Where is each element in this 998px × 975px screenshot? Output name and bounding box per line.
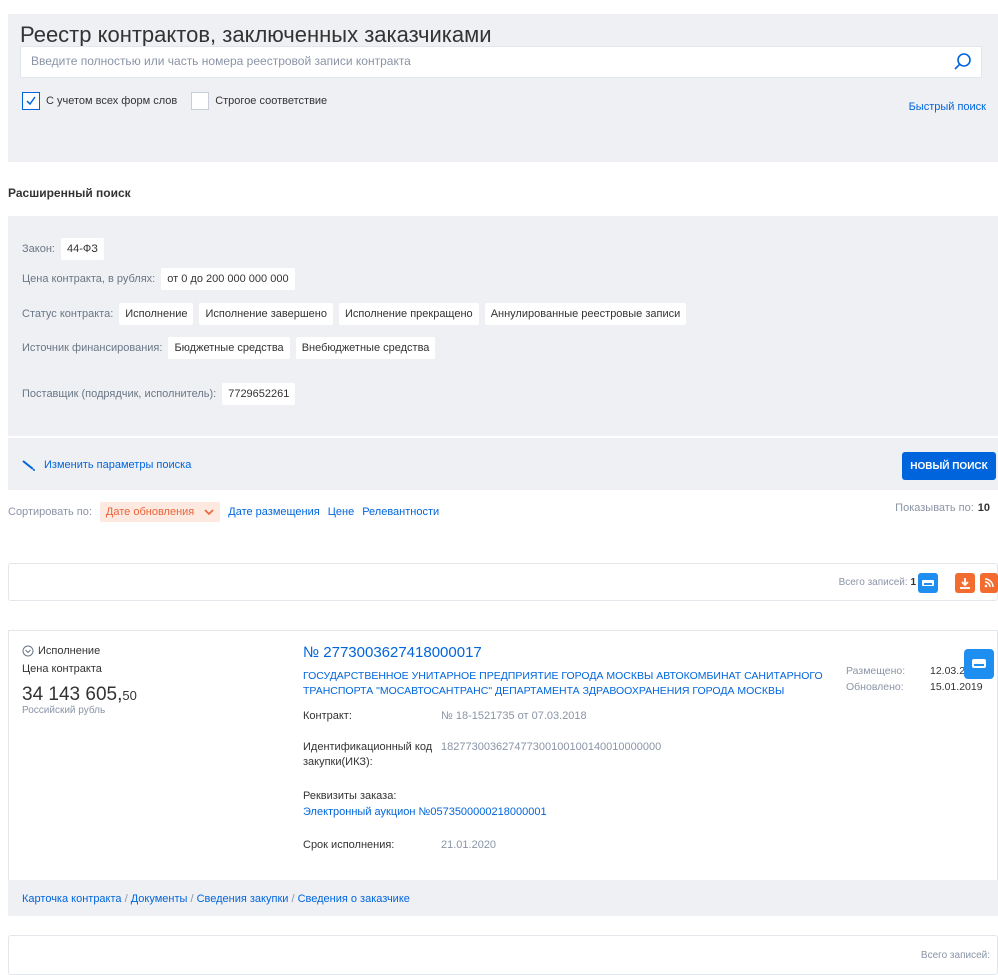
filter-price: Цена контракта, в рублях: от 0 до 200 00… (22, 268, 301, 290)
download-button[interactable] (955, 573, 975, 593)
filter-chip[interactable]: 44-ФЗ (60, 238, 104, 260)
results-toolbar-bottom (8, 935, 998, 975)
footer-separator: / (187, 893, 197, 905)
contract-price: 34 143 605,50 (22, 684, 137, 706)
filter-funding: Источник финансирования: Бюджетные средс… (22, 337, 441, 359)
contract-status: Исполнение (22, 645, 100, 657)
pencil-icon (22, 460, 35, 471)
advanced-filters-panel: Закон: 44-ФЗ Цена контракта, в рублях: о… (8, 216, 998, 436)
change-params-label: Изменить параметры поиска (44, 459, 192, 471)
filter-label: Закон: (22, 243, 55, 255)
filter-chip[interactable]: от 0 до 200 000 000 000 (161, 268, 295, 290)
footer-link-card[interactable]: Карточка контракта (22, 893, 122, 905)
per-page-select[interactable]: 10 (978, 502, 990, 514)
updated-date-value: 15.01.2019 (930, 681, 983, 693)
per-page: Показывать по: 10 (895, 502, 990, 514)
order-label: Реквизиты заказа: (303, 790, 397, 802)
updated-label: Обновлено: (846, 681, 904, 693)
strict-match-label: Строгое соответствие (215, 95, 328, 107)
filter-chip[interactable]: Исполнение завершено (199, 303, 333, 325)
filter-label: Цена контракта, в рублях: (22, 273, 156, 285)
filter-law: Закон: 44-ФЗ (22, 238, 110, 260)
sort-option-price[interactable]: Цене (328, 506, 354, 518)
total-records: Всего записей: 1 (839, 577, 916, 588)
filter-supplier: Поставщик (подрядчик, исполнитель): 7729… (22, 383, 301, 405)
ikz-label: Идентификационный код (303, 741, 433, 753)
price-cents: 50 (122, 688, 137, 703)
filter-chip[interactable]: Исполнение прекращено (338, 303, 479, 325)
price-label: Цена контракта (22, 663, 102, 675)
posted-label: Размещено: (846, 665, 906, 677)
filter-chip[interactable]: Бюджетные средства (168, 337, 290, 359)
status-chevron-icon (22, 645, 34, 657)
checkmark-icon (26, 96, 36, 106)
print-icon (972, 659, 986, 668)
download-icon (960, 578, 970, 589)
footer-link-documents[interactable]: Документы (131, 893, 188, 905)
advanced-search-title: Расширенный поиск (8, 186, 131, 200)
filter-chip[interactable]: Аннулированные реестровые записи (484, 303, 687, 325)
ikz-label-cont: закупки(ИКЗ): (303, 756, 373, 768)
contract-value: № 18-1521735 от 07.03.2018 (441, 710, 587, 722)
total-records-label: Всего записей: (838, 577, 908, 588)
chevron-down-icon (204, 509, 214, 515)
ikz-value: 182773003627477300100100140010000000 (441, 741, 662, 753)
sort-option-posted[interactable]: Дате размещения (228, 506, 319, 518)
search-options: С учетом всех форм слов Строгое соответс… (22, 92, 327, 110)
card-print-button[interactable] (964, 649, 994, 679)
footer-link-customer[interactable]: Сведения о заказчике (298, 893, 410, 905)
filter-label: Статус контракта: (22, 308, 114, 320)
footer-link-procurement[interactable]: Сведения закупки (197, 893, 289, 905)
price-integer: 34 143 605, (22, 684, 123, 705)
deadline-value: 21.01.2020 (441, 839, 497, 851)
filter-label: Источник финансирования: (22, 342, 163, 354)
deadline-label: Срок исполнения: (303, 839, 395, 851)
total-records-count: 1 (910, 577, 916, 588)
strict-match-checkbox[interactable] (191, 92, 210, 110)
posted-date: Размещено: (846, 665, 905, 677)
footer-separator: / (121, 893, 131, 905)
quick-search-link[interactable]: Быстрый поиск (909, 101, 986, 113)
currency: Российский рубль (22, 705, 106, 716)
sort-active-label: Дате обновления (105, 506, 195, 518)
customer-name-link[interactable]: ГОСУДАРСТВЕННОЕ УНИТАРНОЕ ПРЕДПРИЯТИЕ ГО… (303, 669, 833, 699)
search-input[interactable] (21, 47, 941, 75)
page-title: Реестр контрактов, заключенных заказчика… (20, 22, 492, 47)
registry-number-link[interactable]: № 2773003627418000017 (303, 644, 482, 661)
sort-active-option[interactable]: Дате обновления (99, 502, 221, 522)
footer-separator: / (288, 893, 298, 905)
change-params-link[interactable]: Изменить параметры поиска (22, 459, 191, 471)
sort-option-relevance[interactable]: Релевантности (362, 506, 439, 518)
search-box[interactable] (20, 46, 982, 78)
search-icon[interactable] (953, 52, 973, 72)
updated-value: 15.01.2019 (930, 681, 983, 693)
card-footer-links: Карточка контракта / Документы / Сведени… (22, 893, 410, 905)
total-records-bottom: Всего записей: (920, 950, 990, 961)
rss-icon (984, 578, 994, 588)
filter-chip[interactable]: Внебюджетные средства (295, 337, 436, 359)
filter-label: Поставщик (подрядчик, исполнитель): (22, 388, 217, 400)
print-button[interactable] (918, 573, 938, 593)
updated-date: Обновлено: (846, 681, 904, 693)
new-search-button[interactable]: НОВЫЙ ПОИСК (902, 452, 996, 480)
per-page-label: Показывать по: (895, 502, 974, 514)
contract-status-label: Исполнение (38, 645, 101, 657)
sort-label: Сортировать по: (8, 506, 92, 518)
filter-status: Статус контракта: Исполнение Исполнение … (22, 303, 692, 325)
filter-chip[interactable]: Исполнение (119, 303, 194, 325)
order-link[interactable]: Электронный аукцион №0573500000218000001 (303, 806, 547, 818)
rss-button[interactable] (980, 573, 998, 593)
filter-chip[interactable]: 7729652261 (222, 383, 296, 405)
print-icon (922, 580, 934, 586)
sort-bar: Сортировать по: Дате обновления Дате раз… (8, 502, 447, 522)
all-forms-label: С учетом всех форм слов (46, 95, 178, 107)
all-forms-checkbox[interactable] (22, 92, 40, 110)
contract-label: Контракт: (303, 710, 352, 722)
